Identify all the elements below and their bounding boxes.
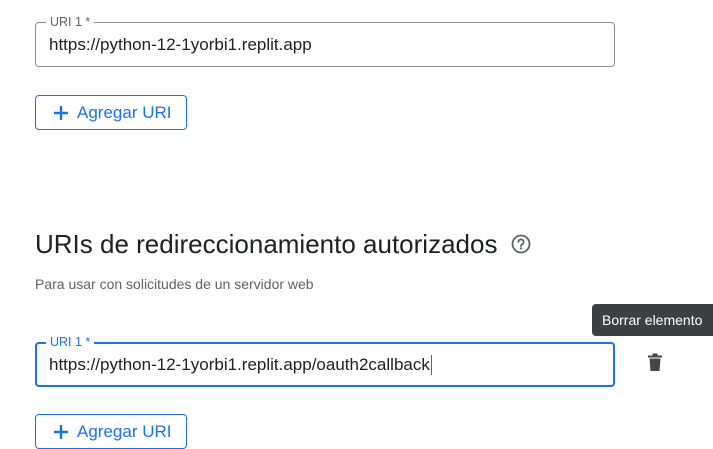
delete-tooltip: Borrar elemento — [592, 304, 713, 336]
plus-icon — [52, 423, 70, 441]
text-cursor — [430, 354, 433, 375]
origin-uri-field[interactable]: URI 1 * https://python-12-1yorbi1.replit… — [35, 14, 615, 67]
plus-icon — [52, 104, 70, 122]
redirect-uri-input[interactable]: https://python-12-1yorbi1.replit.app/oau… — [49, 344, 433, 385]
redirect-uris-title: URIs de redireccionamiento autorizados — [35, 229, 498, 259]
redirect-uris-subtitle: Para usar con solicitudes de un servidor… — [35, 276, 314, 292]
add-redirect-uri-button[interactable]: Agregar URI — [35, 414, 188, 449]
trash-icon — [647, 353, 663, 377]
add-origin-uri-button[interactable]: Agregar URI — [35, 95, 188, 130]
delete-uri-button[interactable] — [639, 349, 671, 381]
redirect-uri-value: https://python-12-1yorbi1.replit.app/oau… — [49, 354, 430, 374]
help-circle-icon[interactable] — [511, 234, 531, 254]
redirect-uris-heading: URIs de redireccionamiento autorizados — [35, 226, 531, 262]
redirect-uri-field[interactable]: URI 1 * https://python-12-1yorbi1.replit… — [35, 334, 615, 387]
add-redirect-uri-label: Agregar URI — [77, 421, 172, 441]
origin-uri-input[interactable]: https://python-12-1yorbi1.replit.app — [49, 23, 312, 66]
add-origin-uri-label: Agregar URI — [77, 102, 172, 122]
